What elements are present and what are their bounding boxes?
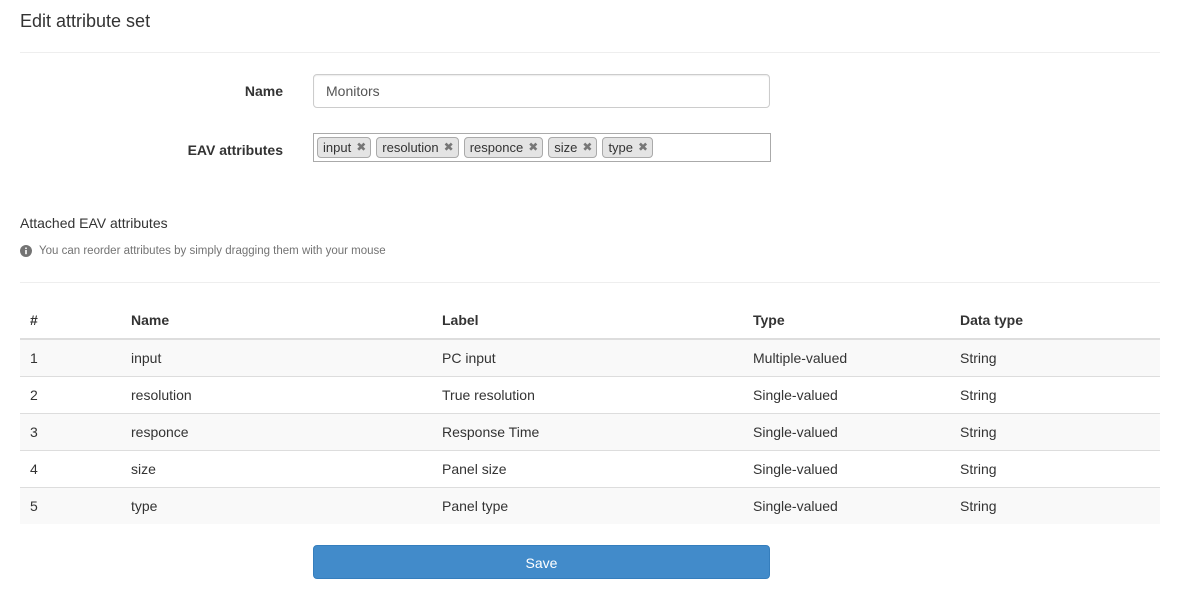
cell-data-type: String: [950, 412, 1160, 450]
attached-attributes-title: Attached EAV attributes: [20, 215, 168, 231]
cell-data-type: String: [950, 449, 1160, 487]
tag-label: type: [608, 140, 634, 155]
eav-attributes-label: EAV attributes: [187, 142, 283, 158]
attributes-table: # Name Label Type Data type 1 input PC i…: [20, 302, 1160, 524]
reorder-hint: You can reorder attributes by simply dra…: [20, 245, 386, 257]
cell-type: Single-valued: [743, 486, 950, 524]
cell-number: 3: [20, 412, 121, 450]
cell-name: type: [121, 486, 432, 524]
column-header-data-type: Data type: [950, 302, 1160, 340]
cell-number: 2: [20, 375, 121, 413]
tag-label: input: [323, 140, 352, 155]
tag-label: responce: [469, 140, 524, 155]
cell-label: Panel type: [432, 486, 743, 524]
table-row[interactable]: 1 input PC input Multiple-valued String: [20, 339, 1160, 376]
reorder-hint-text: You can reorder attributes by simply dra…: [39, 245, 386, 257]
remove-tag-icon[interactable]: ✖: [356, 138, 366, 157]
cell-label: PC input: [432, 339, 743, 376]
cell-data-type: String: [950, 339, 1160, 376]
table-row[interactable]: 5 type Panel type Single-valued String: [20, 486, 1160, 524]
cell-type: Multiple-valued: [743, 339, 950, 376]
tag-resolution: resolution ✖: [376, 137, 459, 158]
remove-tag-icon[interactable]: ✖: [582, 138, 592, 157]
page-title: Edit attribute set: [20, 11, 151, 31]
tag-input: input ✖: [317, 137, 372, 158]
remove-tag-icon[interactable]: ✖: [638, 138, 648, 157]
cell-label: Panel size: [432, 449, 743, 487]
name-label: Name: [244, 83, 283, 99]
cell-number: 5: [20, 486, 121, 524]
column-header-type: Type: [743, 302, 950, 340]
name-field[interactable]: [313, 74, 770, 108]
cell-name: resolution: [121, 375, 432, 413]
cell-number: 4: [20, 449, 121, 487]
cell-name: size: [121, 449, 432, 487]
edit-attribute-set-page: Edit attribute set Name EAV attributes i…: [0, 0, 1178, 594]
cell-label: True resolution: [432, 375, 743, 413]
table-header-row: # Name Label Type Data type: [20, 302, 1160, 340]
tag-label: resolution: [382, 140, 439, 155]
info-circle-icon: [20, 245, 32, 257]
table-row[interactable]: 3 responce Response Time Single-valued S…: [20, 412, 1160, 450]
cell-type: Single-valued: [743, 412, 950, 450]
cell-label: Response Time: [432, 412, 743, 450]
cell-type: Single-valued: [743, 375, 950, 413]
title-divider: [20, 52, 1160, 53]
section-divider: [20, 282, 1160, 283]
cell-name: input: [121, 339, 432, 376]
cell-name: responce: [121, 412, 432, 450]
eav-attributes-select[interactable]: input ✖ resolution ✖ responce ✖ size ✖ t…: [313, 133, 771, 162]
tag-label: size: [554, 140, 578, 155]
column-header-name: Name: [121, 302, 432, 340]
cell-type: Single-valued: [743, 449, 950, 487]
tag-responce: responce ✖: [463, 137, 544, 158]
column-header-label: Label: [432, 302, 743, 340]
cell-number: 1: [20, 339, 121, 376]
column-header-number: #: [20, 302, 121, 340]
cell-data-type: String: [950, 375, 1160, 413]
table-row[interactable]: 2 resolution True resolution Single-valu…: [20, 375, 1160, 413]
tag-type: type ✖: [602, 137, 654, 158]
tag-size: size ✖: [548, 137, 598, 158]
table-row[interactable]: 4 size Panel size Single-valued String: [20, 449, 1160, 487]
remove-tag-icon[interactable]: ✖: [444, 138, 454, 157]
cell-data-type: String: [950, 486, 1160, 524]
save-button[interactable]: Save: [313, 545, 770, 579]
remove-tag-icon[interactable]: ✖: [528, 138, 538, 157]
